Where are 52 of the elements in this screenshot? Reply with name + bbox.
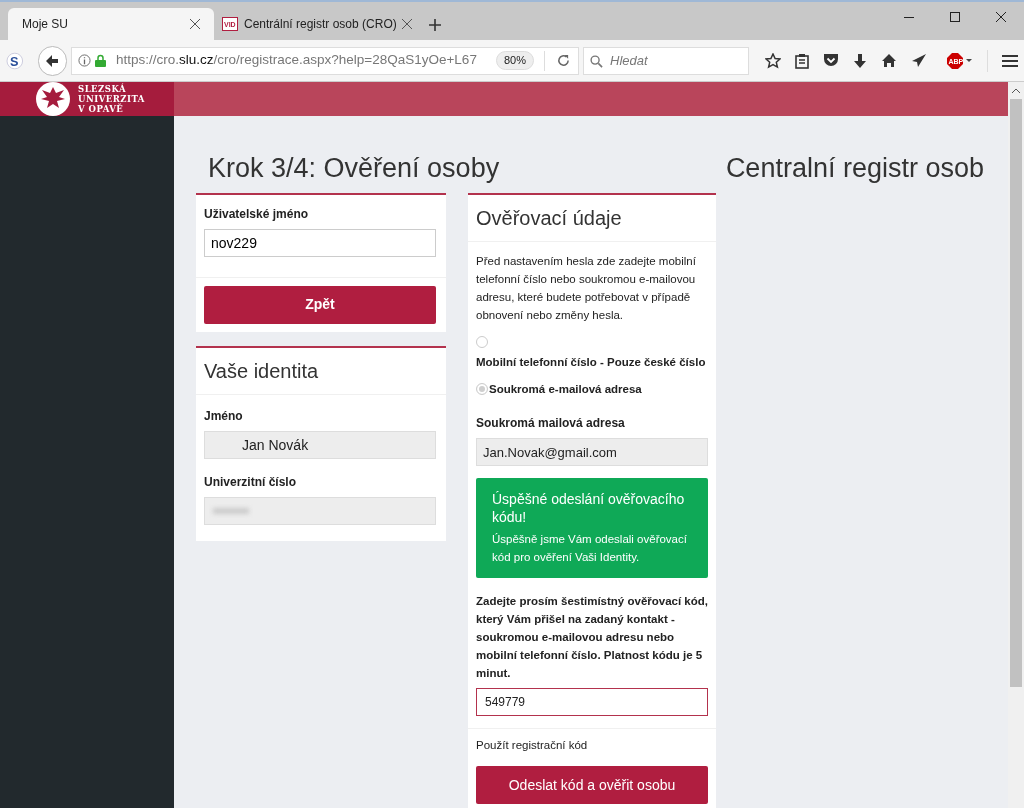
logo-text: V OPAVĚ: [78, 104, 124, 114]
scrollbar-thumb[interactable]: [1010, 99, 1022, 687]
arrow-left-icon: [45, 53, 60, 68]
close-icon[interactable]: [402, 19, 412, 29]
alert-text: Úspěšně jsme Vám odeslali ověřovací kód pro ověření Vaši Identity.: [492, 532, 688, 565]
radio-button[interactable]: [476, 383, 488, 396]
star-icon[interactable]: [765, 52, 781, 69]
field-label: Jméno: [204, 407, 244, 425]
reload-icon[interactable]: [557, 54, 570, 67]
minimize-icon: [904, 16, 914, 18]
scrollbar[interactable]: [1008, 82, 1024, 808]
submit-button[interactable]: Odeslat kód a ověřit osobu: [476, 766, 708, 805]
search-icon: [590, 54, 603, 68]
scroll-up-icon[interactable]: [1012, 88, 1020, 93]
app-title: Centralní registr osob: [725, 152, 984, 185]
clipboard-icon[interactable]: [795, 52, 809, 69]
intro-text: Před nastavením hesla zde zadejte mobilní telefonní číslo nebo soukromou e-mailovou adresu, které budete potřebovat v případě obnovení nebo změny hesla.: [476, 253, 697, 323]
browser-tab[interactable]: Moje SU: [8, 8, 214, 40]
code-field[interactable]: 549779: [476, 688, 708, 716]
radio-button[interactable]: [476, 335, 488, 348]
zoom-level[interactable]: 80%: [495, 51, 534, 70]
url-text: https://cro.slu.cz/cro/registrace.aspx?help=28QaS1yOe+L67: [115, 51, 478, 70]
paper-plane-icon[interactable]: [911, 53, 927, 68]
pocket-icon[interactable]: [823, 53, 839, 68]
logo-text: UNIVERZITA: [78, 94, 145, 104]
maximize-icon: [950, 12, 960, 22]
address-bar[interactable]: https://cro.slu.cz/cro/registrace.aspx?help=28QaS1yOe+L67 80%: [70, 46, 579, 75]
back-button[interactable]: Zpět: [204, 285, 436, 324]
field-label: Univerzitní číslo: [204, 473, 298, 491]
back-button[interactable]: [37, 45, 67, 76]
plus-icon: [428, 18, 442, 32]
card-title: Ověřovací údaje: [468, 194, 716, 242]
search-field[interactable]: Hledat: [583, 46, 749, 75]
info-icon[interactable]: [77, 54, 91, 67]
code-instructions: Zadejte prosím šestimístný ověřovací kód, který Vám přišel na zadaný kontakt - soukromou e-mailovou adresu nebo mobilní telefonní číslo. Platnost kódu je 5 minut.: [476, 594, 708, 681]
field-label: Uživatelské jméno: [204, 205, 310, 223]
menu-icon[interactable]: [1002, 53, 1018, 68]
radio-label: Soukromá e-mailová adresa: [489, 381, 642, 397]
card-title: Vaše identita: [196, 347, 446, 395]
logo-text: SLEZSKÁ: [78, 84, 128, 94]
registration-code-link[interactable]: Použít registrační kód: [476, 737, 708, 755]
home-icon[interactable]: [881, 53, 897, 68]
close-icon: [996, 12, 1006, 22]
page-title: Krok 3/4: Ověření osoby: [207, 152, 500, 185]
field-label: Soukromá mailová adresa: [476, 415, 626, 432]
alert-title: Úspěšné odeslání ověřovacího kódu!: [492, 490, 686, 526]
close-icon[interactable]: [190, 19, 200, 29]
radio-label: Mobilní telefonní číslo - Pouze české číslo: [476, 354, 707, 370]
padlock-icon: [94, 54, 106, 67]
username-field[interactable]: nov229: [204, 228, 436, 257]
download-icon[interactable]: [853, 52, 867, 69]
extension-icon[interactable]: S: [6, 51, 24, 70]
